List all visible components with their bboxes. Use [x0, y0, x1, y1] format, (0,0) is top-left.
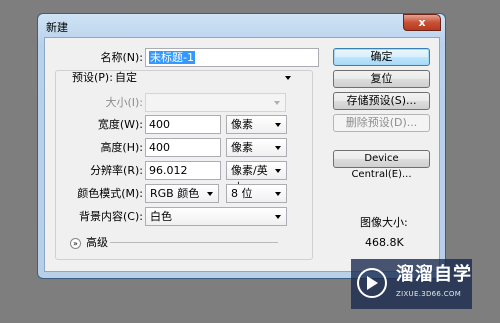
width-input[interactable]: 400 [145, 115, 221, 134]
chevron-down-icon [285, 76, 291, 80]
height-label: 高度(H): [100, 141, 143, 154]
color-mode-label: 颜色模式(M): [77, 187, 143, 200]
delete-preset-button[interactable]: 删除预设(D)... [333, 114, 430, 132]
background-value: 白色 [150, 210, 172, 223]
image-size-value: 468.8K [365, 236, 404, 249]
bit-depth-value: 8 位 [231, 187, 253, 200]
watermark-name: 溜溜自学 [396, 264, 472, 285]
chevron-down-icon [275, 192, 281, 196]
name-label: 名称(N): [100, 51, 143, 64]
image-size-label: 图像大小: [360, 216, 408, 229]
resolution-unit-select[interactable]: 像素/英寸 [226, 161, 287, 194]
device-central-button[interactable]: Device Central(E)... [333, 150, 430, 180]
resolution-label: 分辨率(R): [90, 164, 143, 177]
bit-depth-select[interactable]: 8 位 [226, 184, 287, 203]
chevron-down-icon [275, 123, 281, 127]
chevron-down-icon [274, 101, 280, 105]
chevron-down-icon [207, 192, 213, 196]
width-unit-select[interactable]: 像素 [226, 115, 287, 134]
width-label: 宽度(W): [97, 118, 143, 131]
reset-button[interactable]: 复位 [333, 70, 430, 88]
chevron-down-icon [275, 215, 281, 219]
size-select[interactable] [145, 93, 286, 112]
width-unit-value: 像素 [231, 118, 253, 131]
background-select[interactable]: 白色 [145, 207, 287, 226]
height-unit-value: 像素 [231, 141, 253, 154]
preset-value: 自定 [115, 71, 137, 84]
chevron-down-icon [275, 169, 281, 173]
color-mode-select[interactable]: RGB 颜色 [145, 184, 219, 203]
chevron-double-down-icon[interactable]: » [70, 238, 81, 249]
height-unit-select[interactable]: 像素 [226, 138, 287, 157]
name-value: 未标题-1 [149, 51, 195, 64]
watermark-url: ZIXUE.3D66.COM [396, 290, 462, 298]
play-icon [367, 276, 378, 290]
size-label: 大小(I): [105, 96, 143, 109]
name-input[interactable]: 未标题-1 [145, 48, 319, 67]
preset-label: 预设(P): [69, 71, 116, 85]
dialog-title: 新建 [46, 21, 68, 34]
background-label: 背景内容(C): [79, 210, 143, 223]
advanced-label[interactable]: 高级 [86, 236, 108, 250]
color-mode-value: RGB 颜色 [150, 187, 200, 200]
ok-button[interactable]: 确定 [333, 48, 430, 66]
height-input[interactable]: 400 [145, 138, 221, 157]
close-icon: x [418, 16, 426, 29]
preset-select[interactable]: 自定 [110, 68, 297, 87]
chevron-down-icon [275, 146, 281, 150]
save-preset-button[interactable]: 存储预设(S)... [333, 92, 430, 110]
resolution-input[interactable]: 96.012 [145, 161, 221, 180]
advanced-divider [110, 242, 278, 243]
close-button[interactable]: x [403, 14, 441, 31]
